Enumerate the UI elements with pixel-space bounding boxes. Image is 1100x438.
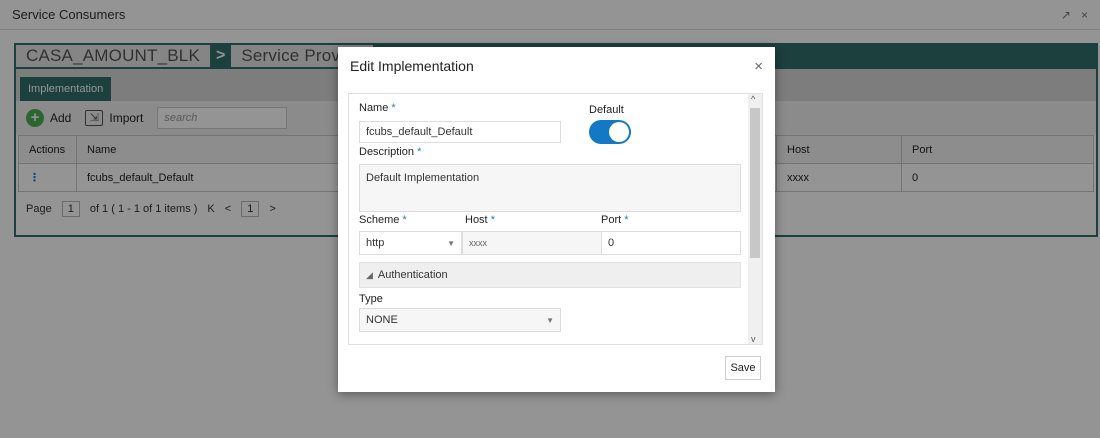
host-field[interactable]: xxxx (462, 231, 602, 255)
authentication-label: Authentication (377, 269, 448, 281)
scroll-thumb[interactable] (750, 108, 760, 258)
scroll-down-icon[interactable]: v (751, 334, 756, 344)
collapse-triangle-icon: ◢ (366, 269, 373, 280)
edit-implementation-dialog: Edit Implementation × Name * fcubs_defau… (338, 47, 775, 392)
default-label: Default (589, 104, 624, 116)
dialog-header: Edit Implementation × (338, 47, 775, 85)
scroll-up-icon[interactable]: ^ (751, 94, 755, 104)
type-value: NONE (366, 314, 398, 326)
description-label: Description * (359, 146, 422, 158)
port-field[interactable]: 0 (601, 231, 741, 255)
scheme-value: http (366, 237, 385, 249)
name-label: Name * (359, 102, 396, 114)
dialog-body: Name * fcubs_default_Default Default Des… (348, 93, 763, 345)
default-toggle[interactable] (589, 120, 631, 144)
chevron-down-icon: ▼ (546, 315, 554, 325)
description-field[interactable]: Default Implementation (359, 164, 741, 212)
type-select[interactable]: NONE ▼ (359, 308, 561, 332)
toggle-knob (609, 122, 629, 142)
dialog-title: Edit Implementation (350, 58, 474, 74)
port-label: Port * (601, 214, 629, 226)
save-button[interactable]: Save (725, 356, 761, 380)
scheme-select[interactable]: http ▼ (359, 231, 462, 255)
host-label: Host * (465, 214, 495, 226)
name-field[interactable]: fcubs_default_Default (359, 121, 561, 143)
type-label: Type (359, 293, 383, 305)
close-icon[interactable]: × (754, 58, 763, 75)
authentication-section[interactable]: ◢ Authentication (359, 262, 741, 288)
scheme-label: Scheme * (359, 214, 407, 226)
dialog-scrollbar[interactable]: ^ v (748, 94, 762, 344)
chevron-down-icon: ▼ (447, 238, 455, 248)
